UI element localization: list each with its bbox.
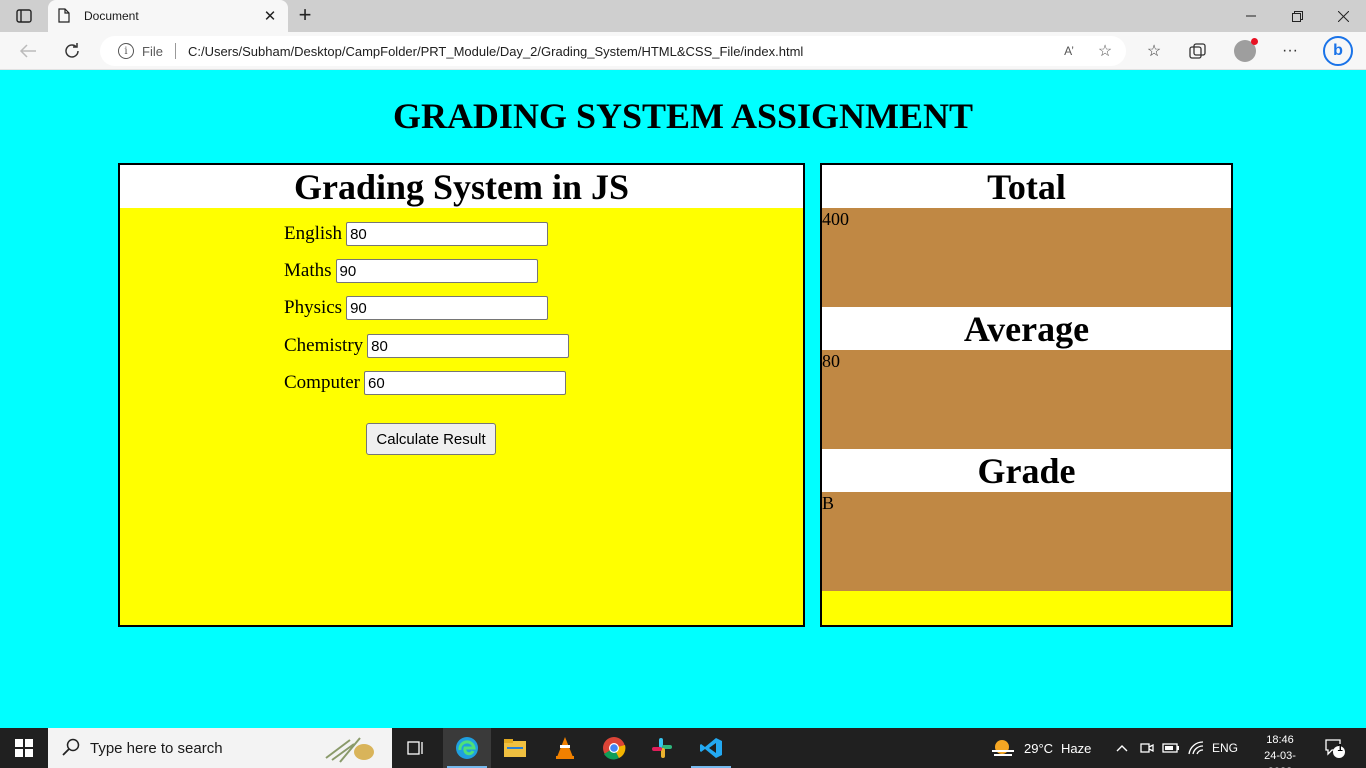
read-aloud-icon[interactable]: A’: [1058, 44, 1080, 58]
computer-label: Computer: [284, 372, 360, 393]
minimize-icon[interactable]: [1228, 0, 1274, 32]
chemistry-label: Chemistry: [284, 335, 364, 356]
show-hidden-icons-chevron-icon[interactable]: [1116, 728, 1128, 768]
total-heading: Total: [822, 165, 1231, 208]
refresh-icon[interactable]: [60, 39, 84, 63]
add-favorite-icon[interactable]: ☆: [1094, 41, 1116, 61]
meet-now-icon[interactable]: [1140, 728, 1154, 768]
notification-center-icon[interactable]: 1: [1324, 728, 1346, 768]
tab-title: Document: [84, 9, 139, 23]
taskbar-search[interactable]: Type here to search: [48, 728, 392, 768]
tab-bar: Document ✕ +: [0, 0, 1366, 32]
address-prefix: File: [142, 43, 163, 59]
search-placeholder: Type here to search: [90, 739, 223, 757]
info-icon[interactable]: i: [118, 43, 134, 59]
english-label: English: [284, 223, 343, 244]
maths-row: Maths: [284, 259, 538, 283]
total-value: 400: [822, 208, 1231, 307]
physics-input[interactable]: [346, 296, 549, 320]
weather-widget[interactable]: 29°C Haze: [990, 728, 1091, 768]
english-input[interactable]: [346, 222, 549, 246]
close-tab-icon[interactable]: ✕: [262, 8, 278, 25]
grade-heading: Grade: [822, 449, 1231, 492]
chemistry-row: Chemistry: [284, 334, 570, 358]
weather-temperature: 29°C: [1024, 740, 1054, 756]
browser-toolbar: i File C:/Users/Subham/Desktop/CampFolde…: [0, 32, 1366, 70]
browser-tab[interactable]: Document ✕: [48, 0, 288, 32]
maths-input[interactable]: [335, 259, 538, 283]
close-window-icon[interactable]: [1320, 0, 1366, 32]
tab-actions-icon[interactable]: [10, 6, 38, 26]
notification-count: 1: [1337, 743, 1343, 754]
address-bar[interactable]: i File C:/Users/Subham/Desktop/CampFolde…: [100, 36, 1126, 66]
page-heading: GRADING SYSTEM ASSIGNMENT: [392, 96, 974, 136]
form-title: Grading System in JS: [120, 165, 803, 208]
windows-taskbar: Type here to search 29°C Haze ENG 18:46 …: [0, 728, 1366, 768]
computer-row: Computer: [284, 371, 566, 395]
maths-label: Maths: [284, 260, 332, 281]
physics-row: Physics: [284, 296, 549, 320]
more-options-icon[interactable]: ···: [1279, 40, 1301, 62]
average-value: 80: [822, 350, 1231, 449]
vscode-icon[interactable]: [687, 728, 735, 768]
windows-start-icon[interactable]: [0, 728, 48, 768]
collections-icon[interactable]: [1187, 40, 1209, 62]
slack-icon[interactable]: [638, 728, 686, 768]
search-icon: [62, 738, 82, 758]
chemistry-input[interactable]: [367, 334, 570, 358]
back-icon[interactable]: [16, 39, 40, 63]
clock-time: 18:46: [1266, 734, 1294, 746]
grading-form-panel: Grading System in JS English Maths Physi…: [118, 163, 805, 627]
clock-date: 24-03-2023: [1264, 750, 1296, 768]
vlc-icon[interactable]: [541, 728, 589, 768]
average-heading: Average: [822, 307, 1231, 350]
edge-icon[interactable]: [443, 728, 491, 768]
document-icon: [58, 8, 72, 24]
file-explorer-icon[interactable]: [491, 728, 539, 768]
haze-icon: [992, 740, 1014, 756]
weather-description: Haze: [1061, 740, 1092, 756]
grade-value: B: [822, 492, 1231, 591]
address-separator: [174, 43, 176, 59]
input-language[interactable]: ENG: [1212, 728, 1238, 768]
wifi-icon[interactable]: [1188, 728, 1204, 768]
profile-avatar[interactable]: [1234, 38, 1258, 62]
computer-input[interactable]: [364, 371, 566, 395]
url-text[interactable]: C:/Users/Subham/Desktop/CampFolder/PRT_M…: [188, 44, 1058, 59]
restore-icon[interactable]: [1274, 0, 1320, 32]
task-view-icon[interactable]: [392, 728, 440, 768]
battery-icon[interactable]: [1162, 728, 1180, 768]
system-clock[interactable]: 18:46 24-03-2023: [1252, 732, 1308, 768]
calculate-result-button[interactable]: Calculate Result: [366, 423, 496, 455]
favorites-icon[interactable]: ☆: [1143, 40, 1165, 62]
physics-label: Physics: [284, 297, 343, 318]
search-highlight-icon: [320, 732, 384, 764]
new-tab-icon[interactable]: +: [294, 4, 316, 27]
results-panel: Total 400 Average 80 Grade B: [820, 163, 1233, 627]
english-row: English: [284, 222, 549, 246]
chrome-icon[interactable]: [590, 728, 638, 768]
bing-icon[interactable]: b: [1323, 36, 1353, 66]
